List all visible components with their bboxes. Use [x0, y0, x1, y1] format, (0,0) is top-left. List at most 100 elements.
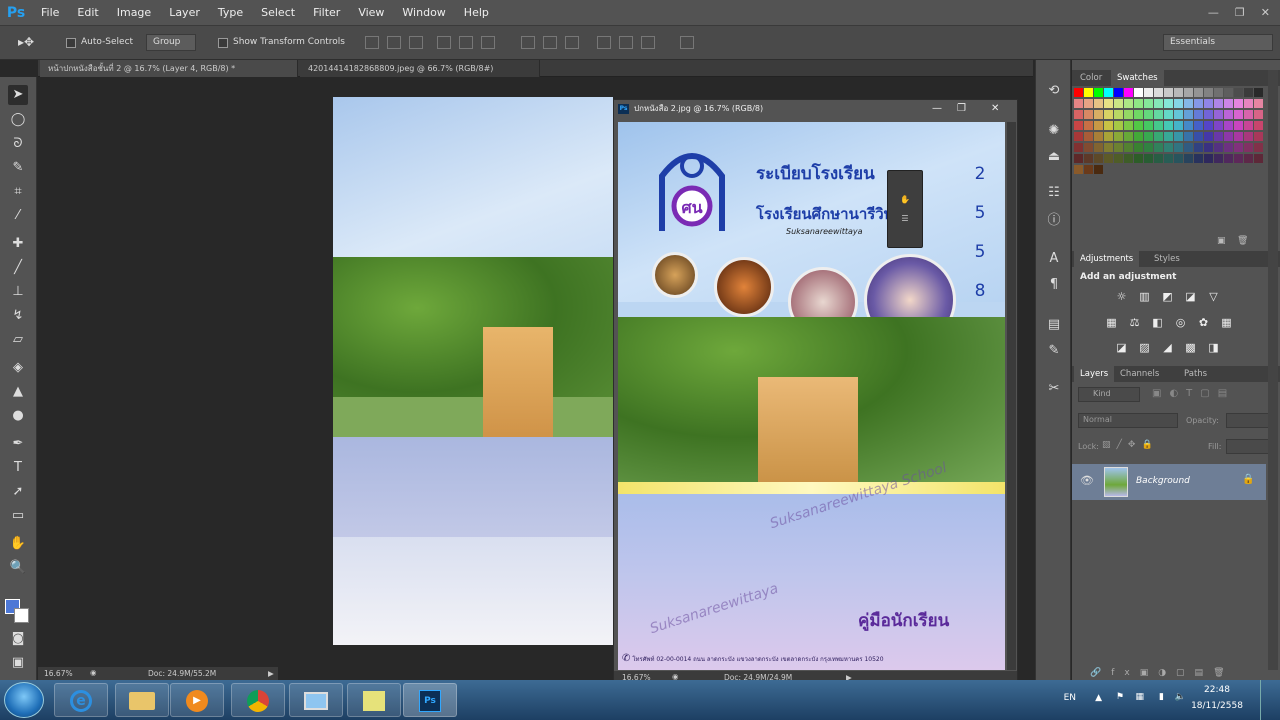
swatch[interactable] — [1244, 110, 1253, 119]
levels-icon[interactable]: ▥ — [1137, 290, 1152, 303]
align-right-icon[interactable] — [481, 36, 495, 49]
swatch[interactable] — [1184, 132, 1193, 141]
swatch[interactable] — [1244, 88, 1253, 97]
swatch[interactable] — [1214, 121, 1223, 130]
swatch[interactable] — [1114, 88, 1123, 97]
distribute-right-icon[interactable] — [641, 36, 655, 49]
swatch[interactable] — [1184, 99, 1193, 108]
selective-color-icon[interactable]: ◨ — [1206, 341, 1221, 354]
doc2-restore-button[interactable]: ❐ — [957, 100, 966, 118]
quick-select-tool-icon[interactable]: ✎ — [8, 158, 28, 178]
swatch[interactable] — [1074, 121, 1083, 130]
swatch[interactable] — [1074, 88, 1083, 97]
swatch[interactable] — [1174, 110, 1183, 119]
swatch[interactable] — [1194, 99, 1203, 108]
swatch[interactable] — [1214, 110, 1223, 119]
auto-align-icon[interactable] — [680, 36, 694, 49]
show-transform-checkbox[interactable] — [218, 38, 228, 48]
swatch[interactable] — [1084, 165, 1093, 174]
zoom-tool-icon[interactable]: 🔍 — [8, 558, 28, 578]
swatch[interactable] — [1094, 110, 1103, 119]
character-panel-icon[interactable]: A — [1045, 250, 1063, 268]
menu-window[interactable]: Window — [393, 0, 454, 25]
tool-presets-icon[interactable]: ✂ — [1045, 380, 1063, 398]
gradient-map-icon[interactable]: ▩ — [1183, 341, 1198, 354]
layer-filter-icons[interactable]: ▣◐T▢▤ — [1152, 388, 1235, 399]
distribute-bottom-icon[interactable] — [565, 36, 579, 49]
floating-mini-panel[interactable]: ✋ ☰ — [887, 170, 923, 248]
swatch[interactable] — [1234, 132, 1243, 141]
swatch[interactable] — [1094, 154, 1103, 163]
swatch[interactable] — [1154, 99, 1163, 108]
swatch[interactable] — [1244, 132, 1253, 141]
swatch[interactable] — [1214, 132, 1223, 141]
menu-select[interactable]: Select — [252, 0, 304, 25]
photo-filter-icon[interactable]: ◎ — [1173, 316, 1188, 329]
swatch[interactable] — [1104, 132, 1113, 141]
align-bottom-icon[interactable] — [409, 36, 423, 49]
swatch[interactable] — [1254, 88, 1263, 97]
swatch[interactable] — [1214, 99, 1223, 108]
type-tool-icon[interactable]: T — [8, 458, 28, 478]
swatch[interactable] — [1154, 132, 1163, 141]
brush-settings-icon[interactable]: ✺ — [1045, 122, 1063, 140]
history-panel-icon[interactable]: ⟲ — [1045, 82, 1063, 100]
layer-filter-kind-dropdown[interactable]: Kind — [1078, 387, 1140, 402]
swatch[interactable] — [1254, 143, 1263, 152]
swatch[interactable] — [1224, 143, 1233, 152]
curves-icon[interactable]: ◩ — [1160, 290, 1175, 303]
swatch[interactable] — [1244, 165, 1253, 174]
swatch[interactable] — [1114, 99, 1123, 108]
swatch[interactable] — [1114, 132, 1123, 141]
swatch[interactable] — [1134, 132, 1143, 141]
swatch[interactable] — [1104, 99, 1113, 108]
swatch[interactable] — [1114, 154, 1123, 163]
swatch[interactable] — [1194, 110, 1203, 119]
menu-filter[interactable]: Filter — [304, 0, 349, 25]
delete-swatch-icon[interactable]: 🗑 — [1237, 236, 1248, 246]
tab-layers[interactable]: Layers — [1074, 366, 1115, 382]
swatch[interactable] — [1154, 165, 1163, 174]
menu-image[interactable]: Image — [108, 0, 160, 25]
swatch[interactable] — [1254, 132, 1263, 141]
brightness-icon[interactable]: ☼ — [1114, 290, 1129, 303]
layer-name[interactable]: Background — [1136, 476, 1190, 486]
swatch[interactable] — [1094, 165, 1103, 174]
chrome-icon[interactable] — [231, 683, 285, 717]
swatch[interactable] — [1224, 121, 1233, 130]
pen-tool-icon[interactable]: ✒ — [8, 434, 28, 454]
action-center-icon[interactable]: ⚑ — [1116, 692, 1124, 702]
rectangle-tool-icon[interactable]: ▭ — [8, 506, 28, 526]
language-indicator[interactable]: EN — [1064, 693, 1076, 703]
swatch[interactable] — [1244, 143, 1253, 152]
paint-bucket-icon[interactable]: ◈ — [8, 358, 28, 378]
doc2-minimize-button[interactable]: — — [932, 100, 942, 118]
swatch[interactable] — [1204, 154, 1213, 163]
menu-layer[interactable]: Layer — [160, 0, 209, 25]
internet-explorer-icon[interactable]: e — [54, 683, 108, 717]
black-white-icon[interactable]: ◧ — [1150, 316, 1165, 329]
color-balance-icon[interactable]: ⚖ — [1127, 316, 1142, 329]
move-tool-preset-icon[interactable]: ▸✥ — [18, 35, 34, 49]
swatch[interactable] — [1244, 121, 1253, 130]
menu-file[interactable]: File — [32, 0, 68, 25]
tray-up-arrow-icon[interactable]: ▲ — [1095, 693, 1102, 703]
swatch[interactable] — [1084, 99, 1093, 108]
swatch[interactable] — [1094, 132, 1103, 141]
screen-mode-icon[interactable]: ▣ — [8, 653, 28, 673]
swatch[interactable] — [1164, 143, 1173, 152]
swatch[interactable] — [1194, 143, 1203, 152]
mini-hand-icon[interactable]: ✋ — [888, 195, 922, 204]
swatch[interactable] — [1194, 121, 1203, 130]
swatch[interactable] — [1204, 99, 1213, 108]
document-1-canvas[interactable] — [333, 97, 613, 645]
brush-tool-icon[interactable]: ╱ — [8, 258, 28, 278]
swatch[interactable] — [1194, 132, 1203, 141]
paragraph-panel-icon[interactable]: ¶ — [1045, 276, 1063, 294]
align-top-icon[interactable] — [365, 36, 379, 49]
swatch[interactable] — [1224, 154, 1233, 163]
new-swatch-icon[interactable]: ▣ — [1217, 236, 1226, 246]
swatch[interactable] — [1214, 154, 1223, 163]
swatch[interactable] — [1104, 121, 1113, 130]
swatch[interactable] — [1144, 165, 1153, 174]
